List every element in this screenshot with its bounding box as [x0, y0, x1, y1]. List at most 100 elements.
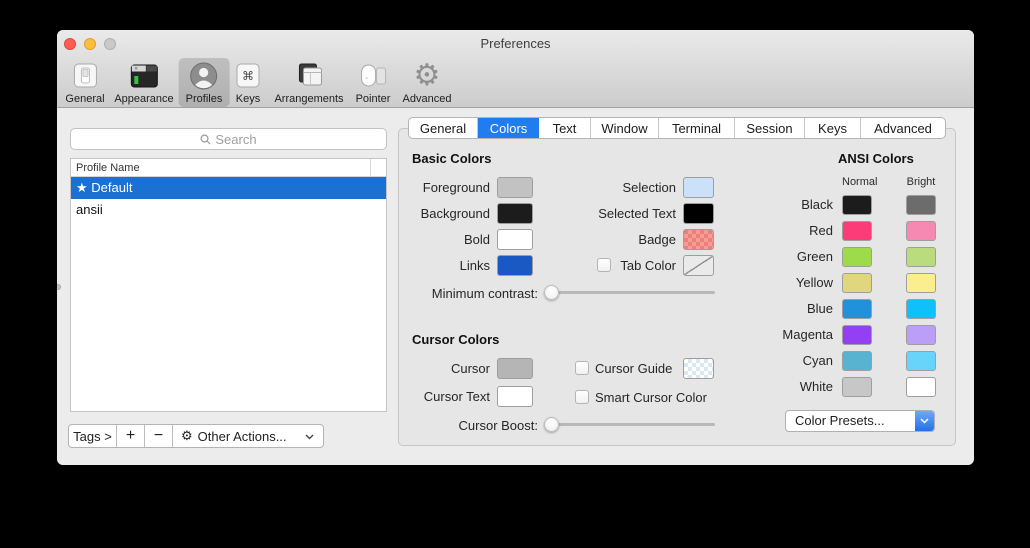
- remove-profile-button[interactable]: −: [145, 425, 173, 447]
- ansi-row-cyan: Cyan: [747, 351, 936, 371]
- tab-colors[interactable]: Colors: [478, 118, 539, 138]
- tab-window[interactable]: Window: [591, 118, 659, 138]
- ansi-colors-title: ANSI Colors: [838, 151, 914, 166]
- tab-advanced[interactable]: Advanced: [861, 118, 945, 138]
- ansi-white-normal-well[interactable]: [842, 377, 872, 397]
- tags-button[interactable]: Tags >: [69, 425, 117, 447]
- cursor-guide-checkbox[interactable]: [575, 361, 589, 375]
- preferences-window: Preferences General × Appearance Profile…: [57, 30, 974, 465]
- add-profile-button[interactable]: +: [117, 425, 145, 447]
- toolbar-item-profiles[interactable]: Profiles: [179, 58, 230, 107]
- foreground-color-well[interactable]: [497, 177, 533, 198]
- smart-cursor-checkbox[interactable]: [575, 390, 589, 404]
- chevron-down-icon: [305, 434, 314, 440]
- command-key-icon: ⌘: [232, 60, 264, 92]
- ansi-bright-header: Bright: [906, 176, 936, 188]
- background-color-well[interactable]: [497, 203, 533, 224]
- ansi-red-bright-well[interactable]: [906, 221, 936, 241]
- cursor-boost-knob[interactable]: [544, 417, 559, 432]
- search-input[interactable]: Search: [70, 128, 387, 150]
- selected-text-color-well[interactable]: [683, 203, 714, 224]
- ansi-row-black: Black: [747, 195, 936, 215]
- toolbar-item-pointer[interactable]: Pointer: [349, 58, 398, 107]
- tab-color-well[interactable]: [683, 255, 714, 276]
- ansi-cyan-bright-well[interactable]: [906, 351, 936, 371]
- switch-icon: [69, 60, 101, 92]
- tab-terminal[interactable]: Terminal: [659, 118, 735, 138]
- ansi-magenta-bright-well[interactable]: [906, 325, 936, 345]
- person-icon: [188, 60, 220, 92]
- ansi-row-green: Green: [747, 247, 936, 267]
- ansi-blue-normal-well[interactable]: [842, 299, 872, 319]
- foreground-row: Foreground: [410, 177, 533, 198]
- toolbar-item-advanced[interactable]: ⚙ Advanced: [396, 58, 459, 107]
- ansi-blue-bright-well[interactable]: [906, 299, 936, 319]
- smart-cursor-row: Smart Cursor Color: [575, 387, 745, 408]
- ansi-normal-header: Normal: [842, 176, 872, 188]
- minimum-contrast-slider[interactable]: [545, 291, 715, 294]
- tab-general[interactable]: General: [409, 118, 478, 138]
- cursor-text-color-well[interactable]: [497, 386, 533, 407]
- other-actions-button[interactable]: ⚙ Other Actions...: [173, 425, 323, 447]
- ansi-green-normal-well[interactable]: [842, 247, 872, 267]
- ansi-cyan-normal-well[interactable]: [842, 351, 872, 371]
- toolbar-item-label: Keys: [236, 93, 260, 105]
- selected-text-row: Selected Text: [537, 203, 714, 224]
- toolbar-item-appearance[interactable]: × Appearance: [107, 58, 180, 107]
- cursor-text-row: Cursor Text: [410, 386, 533, 407]
- window-title: Preferences: [57, 36, 974, 51]
- toolbar-item-keys[interactable]: ⌘ Keys: [225, 58, 271, 107]
- tab-session[interactable]: Session: [735, 118, 805, 138]
- ansi-green-bright-well[interactable]: [906, 247, 936, 267]
- profile-footer-buttons: Tags > + − ⚙ Other Actions...: [68, 424, 324, 448]
- window-chrome: Preferences General × Appearance Profile…: [57, 30, 974, 108]
- tab-bar: General Colors Text Window Terminal Sess…: [408, 117, 946, 139]
- other-actions-label: Other Actions...: [198, 429, 287, 444]
- profile-row-default[interactable]: ★ Default: [71, 177, 386, 199]
- background-row: Background: [410, 203, 533, 224]
- color-presets-label: Color Presets...: [795, 413, 885, 428]
- dark-window-icon: ×: [128, 60, 160, 92]
- toolbar-item-general[interactable]: General: [58, 58, 111, 107]
- bold-color-well[interactable]: [497, 229, 533, 250]
- links-row: Links: [410, 255, 533, 276]
- toolbar-item-arrangements[interactable]: Arrangements: [267, 58, 350, 107]
- profile-row-ansii[interactable]: ansii: [71, 199, 386, 221]
- ansi-red-normal-well[interactable]: [842, 221, 872, 241]
- badge-color-well[interactable]: [683, 229, 714, 250]
- ansi-black-bright-well[interactable]: [906, 195, 936, 215]
- ansi-yellow-normal-well[interactable]: [842, 273, 872, 293]
- search-placeholder: Search: [215, 132, 256, 147]
- ansi-row-magenta: Magenta: [747, 325, 936, 345]
- toolbar-item-label: Arrangements: [274, 93, 343, 105]
- ansi-row-white: White: [747, 377, 936, 397]
- minimum-contrast-knob[interactable]: [544, 285, 559, 300]
- cursor-boost-slider[interactable]: [545, 423, 715, 426]
- tab-color-row: Tab Color: [537, 255, 714, 276]
- windows-icon: [293, 60, 325, 92]
- table-scrollbar-cell: [370, 159, 386, 176]
- color-presets-dropdown[interactable]: Color Presets...: [785, 410, 935, 432]
- ansi-yellow-bright-well[interactable]: [906, 273, 936, 293]
- gear-icon: ⚙: [411, 60, 443, 92]
- splitter-handle[interactable]: [57, 284, 61, 290]
- ansi-white-bright-well[interactable]: [906, 377, 936, 397]
- links-color-well[interactable]: [497, 255, 533, 276]
- ansi-black-normal-well[interactable]: [842, 195, 872, 215]
- cursor-colors-title: Cursor Colors: [412, 332, 499, 347]
- toolbar-item-label: General: [65, 93, 104, 105]
- cursor-color-well[interactable]: [497, 358, 533, 379]
- toolbar-item-label: Appearance: [114, 93, 173, 105]
- tab-keys[interactable]: Keys: [805, 118, 861, 138]
- ansi-magenta-normal-well[interactable]: [842, 325, 872, 345]
- cursor-guide-color-well[interactable]: [683, 358, 714, 379]
- gear-icon: ⚙: [181, 429, 193, 444]
- cursor-guide-row: Cursor Guide: [575, 358, 735, 379]
- selection-color-well[interactable]: [683, 177, 714, 198]
- mouse-icon: [357, 60, 389, 92]
- svg-text:⌘: ⌘: [242, 69, 254, 83]
- profile-table-header: Profile Name: [71, 159, 386, 177]
- toolbar-item-label: Profiles: [186, 93, 223, 105]
- basic-colors-title: Basic Colors: [412, 151, 491, 166]
- tab-text[interactable]: Text: [539, 118, 591, 138]
